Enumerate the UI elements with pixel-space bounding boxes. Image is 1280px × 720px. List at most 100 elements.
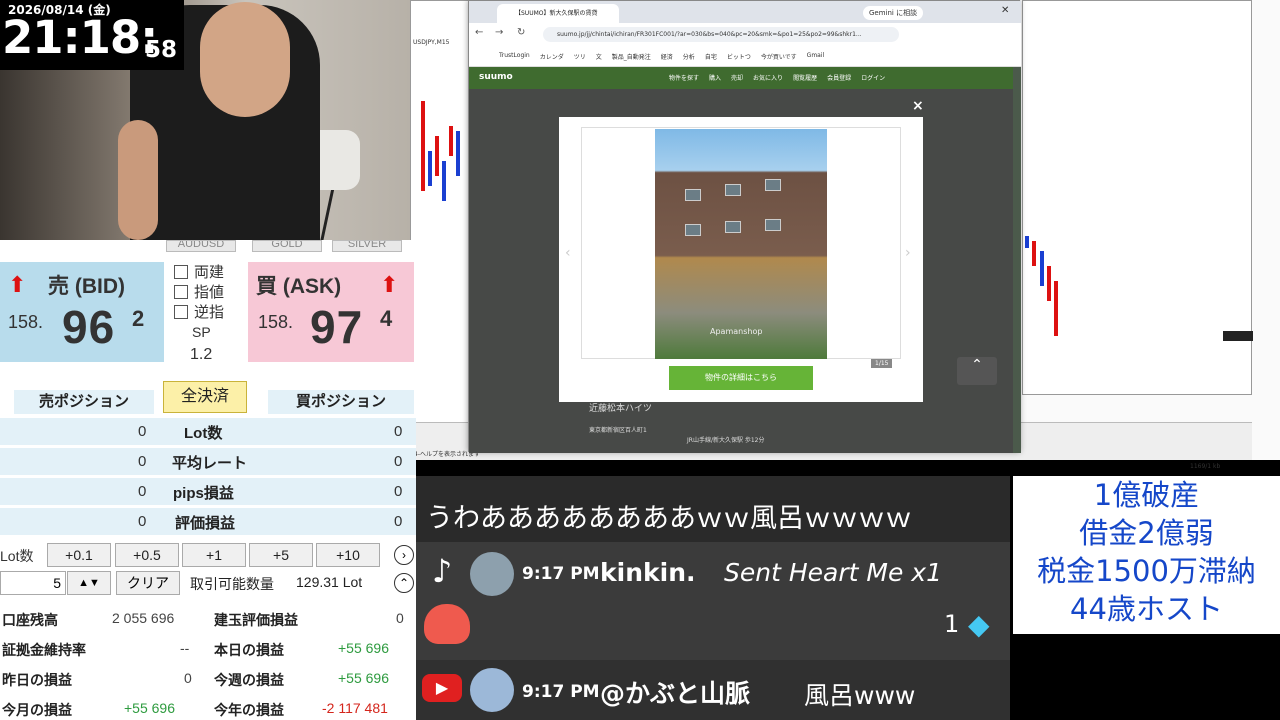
bookmark-item[interactable]: 今が買いです bbox=[761, 52, 797, 61]
clear-button[interactable]: クリア bbox=[116, 571, 180, 595]
bid-prefix: 158. bbox=[8, 312, 44, 332]
margin-ratio-label: 証拠金維持率 bbox=[2, 642, 86, 658]
trading-panel: AUDUSD GOLD SILVER ⬆ 売 (BID) 158. 96 2 両… bbox=[0, 240, 416, 720]
site-nav-item[interactable]: 購入 bbox=[709, 73, 721, 82]
bookmark-item[interactable]: 文 bbox=[596, 52, 602, 61]
url-input[interactable]: suumo.jp/jj/chintai/ichiran/FR301FC001/?… bbox=[543, 27, 899, 42]
bookmark-item[interactable]: 経済 bbox=[661, 52, 673, 61]
checkbox-stop[interactable]: 逆指 bbox=[174, 301, 224, 322]
chart-window-left[interactable]: USDJPY,M15 bbox=[410, 0, 470, 445]
lot-stepper[interactable]: ▲▼ bbox=[67, 571, 111, 595]
chevron-right-icon[interactable]: › bbox=[394, 545, 414, 565]
site-nav-item[interactable]: 物件を探す bbox=[669, 73, 699, 82]
close-icon[interactable]: ✕ bbox=[1001, 5, 1009, 16]
diamond-icon: ◆ bbox=[968, 608, 990, 641]
row-left-value: 0 bbox=[138, 453, 147, 470]
photo-credit: Apamanshop bbox=[710, 327, 763, 336]
bookmark-item[interactable]: TrustLogin bbox=[499, 52, 530, 61]
lot-add-1-button[interactable]: +1 bbox=[182, 543, 246, 567]
chart-window-right[interactable] bbox=[1022, 0, 1253, 395]
chat-username: @かぶと山脈 bbox=[600, 679, 751, 708]
week-pl-label: 今週の損益 bbox=[214, 672, 284, 688]
margin-ratio-value: -- bbox=[180, 640, 190, 656]
bookmark-item[interactable]: Gmail bbox=[807, 52, 825, 61]
row-label: pips損益 bbox=[173, 485, 234, 502]
close-all-button[interactable]: 全決済 bbox=[163, 381, 247, 413]
bid-sup: 2 bbox=[132, 306, 145, 331]
lot-add-0-5-button[interactable]: +0.5 bbox=[115, 543, 179, 567]
photo-modal: Apamanshop ‹ › 1/15 物件の詳細はこちら bbox=[559, 117, 923, 402]
back-icon[interactable]: ← bbox=[475, 27, 483, 38]
avatar bbox=[470, 668, 514, 712]
caption-line: 税金1500万滞納 bbox=[1037, 554, 1256, 588]
next-arrow-icon[interactable]: › bbox=[905, 245, 911, 261]
scroll-top-icon[interactable]: ⌃ bbox=[957, 357, 997, 385]
caption-line: 44歳ホスト bbox=[1070, 592, 1223, 626]
property-detail-button[interactable]: 物件の詳細はこちら bbox=[669, 366, 813, 390]
lot-add-0-1-button[interactable]: +0.1 bbox=[47, 543, 111, 567]
balance-label: 口座残高 bbox=[2, 612, 58, 628]
chat-username: kinkin. bbox=[600, 558, 696, 587]
browser-window: 【SUUMO】新大久保駅の賃貸 Gemini に相談 ✕ ← → ↻ suumo… bbox=[468, 0, 1021, 453]
row-right-value: 0 bbox=[394, 423, 403, 440]
today-pl-label: 本日の損益 bbox=[214, 642, 284, 658]
bookmark-item[interactable]: 分析 bbox=[683, 52, 695, 61]
bookmark-item[interactable]: 自宅 bbox=[705, 52, 717, 61]
row-left-value: 0 bbox=[138, 513, 147, 530]
prev-arrow-icon[interactable]: ‹ bbox=[565, 245, 571, 261]
reload-icon[interactable]: ↻ bbox=[517, 27, 525, 38]
forward-icon[interactable]: → bbox=[495, 27, 503, 38]
buy-position-tab[interactable]: 買ポジション bbox=[268, 390, 414, 414]
chat-time: 9:17 PM bbox=[522, 564, 600, 584]
site-nav-item[interactable]: 閲覧履歴 bbox=[793, 73, 817, 82]
chat-message: うわああああああああｗｗ風呂ｗｗｗｗ bbox=[426, 503, 912, 534]
bookmark-item[interactable]: ビットつ bbox=[727, 52, 751, 61]
site-logo[interactable]: suumo bbox=[479, 72, 513, 82]
week-pl-value: +55 696 bbox=[338, 670, 389, 686]
bookmark-item[interactable]: ツリ bbox=[574, 52, 586, 61]
clock-time: 21:18: bbox=[2, 11, 158, 64]
checkbox-hedge[interactable]: 両建 bbox=[174, 261, 224, 282]
year-pl-label: 今年の損益 bbox=[214, 702, 284, 718]
site-nav-item[interactable]: 会員登録 bbox=[827, 73, 851, 82]
listing-address: 東京都新宿区百人町1 bbox=[589, 427, 647, 434]
account-summary: 口座残高 2 055 696 建玉評価損益 0 証拠金維持率 -- 本日の損益 … bbox=[0, 602, 416, 720]
sell-position-tab[interactable]: 売ポジション bbox=[14, 390, 154, 414]
bid-button[interactable]: ⬆ 売 (BID) 158. 96 2 bbox=[0, 262, 164, 362]
tab-strip: 【SUUMO】新大久保駅の賃貸 Gemini に相談 ✕ bbox=[469, 1, 1021, 23]
lot-add-10-button[interactable]: +10 bbox=[316, 543, 380, 567]
checkbox-limit[interactable]: 指値 bbox=[174, 281, 224, 302]
lot-label: Lot数 bbox=[0, 548, 34, 564]
caption-line: 借金2億弱 bbox=[1079, 516, 1214, 550]
site-nav-item[interactable]: ログイン bbox=[861, 73, 885, 82]
youtube-chat-row: ▶ 9:17 PM @かぶと山脈 風呂www bbox=[416, 660, 1010, 720]
lot-add-5-button[interactable]: +5 bbox=[249, 543, 313, 567]
row-left-value: 0 bbox=[138, 483, 147, 500]
modal-close-button[interactable]: × bbox=[912, 98, 924, 114]
site-nav-item[interactable]: 売却 bbox=[731, 73, 743, 82]
browser-tab[interactable]: 【SUUMO】新大久保駅の賃貸 bbox=[497, 4, 619, 23]
symbol-tab-audusd[interactable]: AUDUSD bbox=[166, 240, 236, 252]
ask-button[interactable]: 買 (ASK) ⬆ 158. 97 4 bbox=[248, 262, 414, 362]
spread-label: SP bbox=[192, 324, 211, 340]
tiktok-gift-row: ♪ 9:17 PM kinkin. Sent Heart Me x1 1 ◆ bbox=[416, 542, 1010, 660]
symbol-tab-silver[interactable]: SILVER bbox=[332, 240, 402, 252]
month-pl-value: +55 696 bbox=[124, 700, 175, 716]
bookmark-item[interactable]: 製品_自動発注 bbox=[612, 52, 651, 61]
listing-name[interactable]: 近藤松本ハイツ bbox=[589, 401, 652, 414]
open-pl-label: 建玉評価損益 bbox=[214, 612, 298, 628]
symbol-tab-gold[interactable]: GOLD bbox=[252, 240, 322, 252]
lot-value-input[interactable]: 5 bbox=[0, 571, 66, 595]
gemini-button[interactable]: Gemini に相談 bbox=[863, 6, 924, 20]
position-row: 0 平均レート 0 bbox=[0, 448, 416, 475]
profile-caption: 1億破産 借金2億弱 税金1500万滞納 44歳ホスト bbox=[1013, 476, 1280, 634]
listing-station: JR山手線/新大久保駅 歩12分 bbox=[687, 437, 765, 444]
site-nav-item[interactable]: お気に入り bbox=[753, 73, 783, 82]
ask-sup: 4 bbox=[380, 306, 393, 331]
yesterday-pl-value: 0 bbox=[184, 670, 192, 686]
bookmark-item[interactable]: カレンダ bbox=[540, 52, 564, 61]
today-pl-value: +55 696 bbox=[338, 640, 389, 656]
chevron-up-icon[interactable]: ⌃ bbox=[394, 573, 414, 593]
chat-time: 9:17 PM bbox=[522, 682, 600, 702]
row-right-value: 0 bbox=[394, 453, 403, 470]
